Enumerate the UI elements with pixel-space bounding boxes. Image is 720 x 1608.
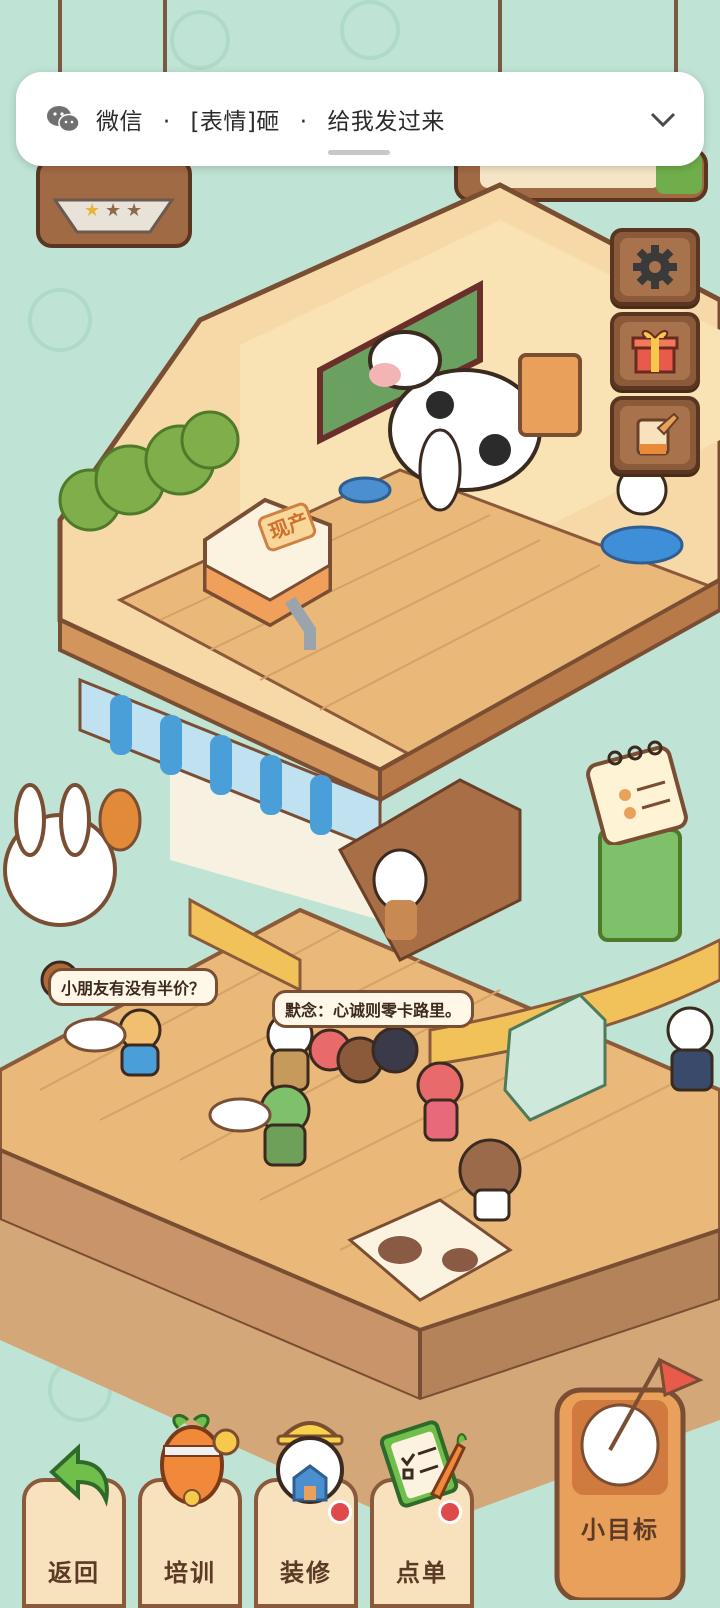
chevron-down-icon[interactable] bbox=[648, 104, 678, 134]
builder-hardhat-icon bbox=[276, 1421, 344, 1504]
notification-drag-handle[interactable] bbox=[328, 150, 390, 155]
goal-label: 小目标 bbox=[581, 1516, 659, 1544]
train-button[interactable]: 培训 bbox=[138, 1414, 242, 1608]
carrot-training-icon bbox=[160, 1414, 240, 1507]
order-button[interactable]: 点单 bbox=[370, 1420, 474, 1608]
notification-app: 微信 bbox=[96, 109, 143, 135]
decorate-notification-badge bbox=[328, 1500, 352, 1524]
notification-banner[interactable]: 微信 · [表情]砸 · 给我发过来 bbox=[16, 72, 704, 166]
train-label: 培训 bbox=[164, 1559, 216, 1587]
goal-button[interactable]: 小目标 bbox=[557, 1390, 683, 1600]
calendar-notes-icon bbox=[586, 740, 688, 847]
decorate-tools-button[interactable] bbox=[610, 396, 700, 474]
decorate-button[interactable]: 装修 bbox=[254, 1421, 358, 1608]
notification-sender: [表情]砸 bbox=[190, 109, 280, 135]
clipboard-carrot-icon bbox=[380, 1420, 467, 1508]
calendar-notes-button[interactable] bbox=[585, 740, 695, 847]
back-label: 返回 bbox=[48, 1559, 100, 1587]
settings-button[interactable] bbox=[610, 228, 700, 306]
notification-text: 微信 · [表情]砸 · 给我发过来 bbox=[96, 102, 445, 136]
notification-separator: · bbox=[299, 109, 308, 135]
paintbrush-icon bbox=[636, 412, 680, 456]
gift-icon bbox=[631, 330, 679, 374]
order-label: 点单 bbox=[396, 1559, 448, 1587]
svg-text:★: ★ bbox=[84, 200, 100, 221]
order-notification-badge bbox=[438, 1500, 462, 1524]
notification-message: 给我发过来 bbox=[327, 109, 445, 135]
decorate-label: 装修 bbox=[280, 1559, 332, 1587]
gear-icon bbox=[633, 245, 677, 289]
notification-separator: · bbox=[162, 109, 171, 135]
speech-bubble-center: 默念：心诚则零卡路里。 bbox=[272, 990, 475, 1028]
speech-bubble-left: 小朋友有没有半价？ bbox=[48, 968, 219, 1006]
back-arrow-icon bbox=[49, 1443, 109, 1507]
gift-button[interactable] bbox=[610, 312, 700, 390]
svg-text:★: ★ bbox=[105, 200, 121, 221]
wechat-icon bbox=[47, 106, 80, 133]
back-button[interactable]: 返回 bbox=[22, 1443, 126, 1608]
svg-text:★: ★ bbox=[126, 200, 142, 221]
